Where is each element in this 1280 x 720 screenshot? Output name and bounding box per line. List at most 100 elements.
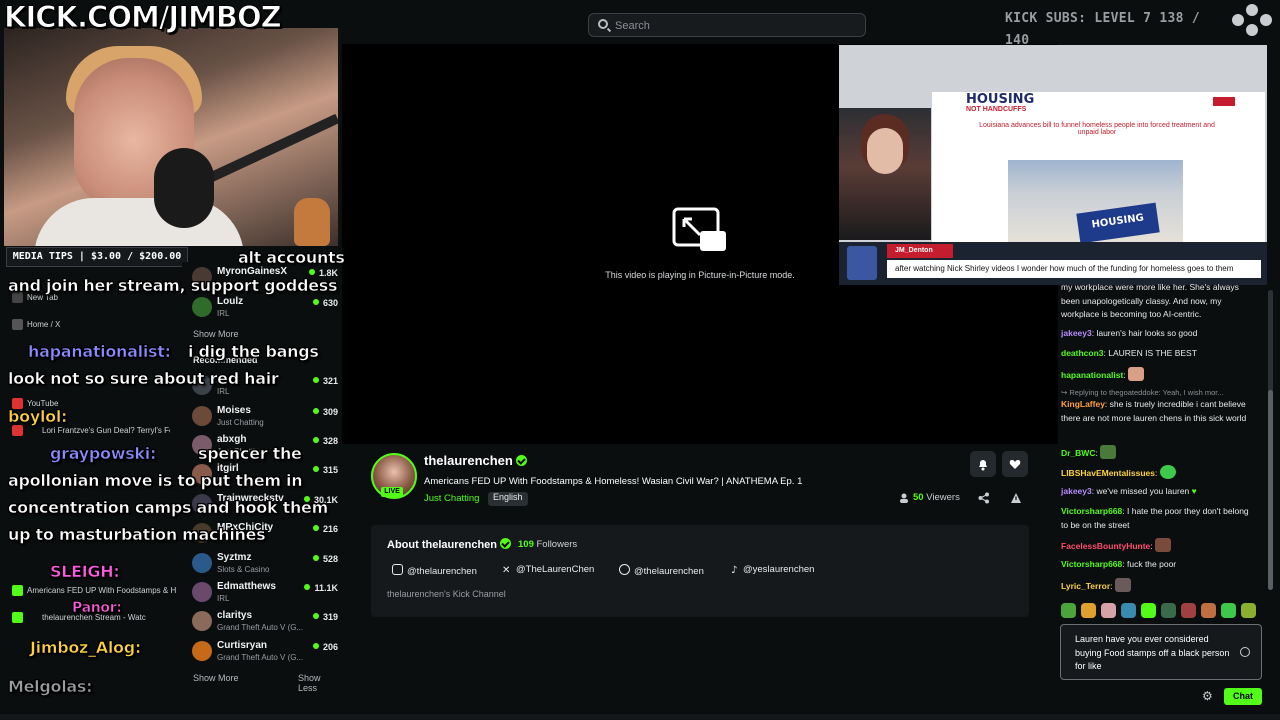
emote-icon[interactable] [1241, 603, 1256, 618]
chat-username[interactable]: KingLaffey [1061, 399, 1105, 409]
search-icon [598, 19, 608, 29]
chat-message-text: fuck the poor [1127, 559, 1177, 569]
chat-username[interactable]: deathcon3 [1061, 348, 1104, 358]
send-chat-button[interactable]: Chat [1224, 688, 1262, 705]
pip-chat-highlight: JM_Denton after watching Nick Shirley vi… [839, 242, 1267, 285]
social-tiktok[interactable]: ♪ @yeslaurenchen [731, 564, 814, 576]
bottom-edge [0, 714, 1280, 720]
viewer-count: 50 Viewers [913, 492, 960, 503]
chat-username[interactable]: FacelessBountyHunte [1061, 541, 1150, 551]
emote-icon [1155, 538, 1172, 552]
overlay-brand: KICK.COM/JIMBOZ [4, 0, 283, 35]
emote-icon [1159, 465, 1176, 479]
pip-sign-text: HOUSING [1076, 202, 1160, 244]
chat-username[interactable]: Victorsharp668 [1061, 559, 1122, 569]
social-handle[interactable]: @yeslaurenchen [743, 564, 814, 575]
overlay-chat-user: hapanationalist: [28, 342, 172, 362]
verified-icon [500, 538, 512, 549]
notification-button[interactable] [970, 451, 996, 477]
chat-input-text[interactable]: Lauren have you ever considered buying F… [1075, 633, 1235, 674]
chat-message: Victorsharp668: I hate the poor they don… [1061, 506, 1249, 530]
sidebar-channel[interactable]: Syztmz Slots & Casino 528 [182, 550, 340, 579]
overlay-chat-line: up to masturbation machines [8, 525, 266, 545]
viewers-icon [900, 493, 908, 503]
reply-text: Replying to thegoateddoke: Yeah, I wish … [1069, 388, 1224, 397]
social-facebook[interactable]: @thelaurenchen [619, 564, 704, 577]
emote-icon [1114, 578, 1131, 592]
sidebar-channel[interactable]: Curtisryan Grand Theft Auto V (G... 206 [182, 638, 340, 667]
chat-username[interactable]: jakeey3 [1061, 486, 1092, 496]
emote-icon[interactable] [1121, 603, 1136, 618]
chat-username[interactable]: LIBSHavEMentalissues [1061, 468, 1155, 478]
channel-description: thelaurenchen's Kick Channel [387, 589, 506, 599]
gear-icon[interactable]: ⚙ [1202, 690, 1214, 702]
search-bar[interactable] [588, 13, 866, 38]
chat-message: jakeey3: lauren's hair looks so good [1061, 328, 1198, 338]
followers-count: 109 Followers [518, 539, 577, 550]
social-handle[interactable]: @thelaurenchen [634, 566, 704, 577]
chat-username[interactable]: Lyric_Terror [1061, 581, 1110, 591]
pip-message: This video is playing in Picture-in-Pict… [605, 270, 795, 280]
pip-headline: Louisiana advances bill to funnel homele… [979, 122, 1215, 136]
chat-username[interactable]: jakeey3 [1061, 328, 1092, 338]
channel-name-text[interactable]: thelaurenchen [424, 453, 513, 468]
chat-username[interactable]: Dr_BWC [1061, 448, 1095, 458]
emoji-icon[interactable] [1240, 647, 1250, 657]
emote-icon[interactable] [1061, 603, 1076, 618]
pip-article-image: HOUSING [1008, 160, 1183, 244]
overlay-chat-line: alt accounts [238, 248, 346, 268]
search-input[interactable] [613, 14, 857, 38]
social-handle[interactable]: @TheLaurenChen [516, 564, 594, 575]
emote-icon[interactable] [1161, 603, 1176, 618]
pip-site-title: HOUSING [966, 92, 1035, 107]
sidebar-channel[interactable]: Edmatthews IRL 11.1K [182, 579, 340, 608]
overlay-chat-user: graypowski: [50, 444, 157, 464]
overlay-chat-user: Jimboz_Alog: [30, 638, 142, 658]
category-link[interactable]: Just Chatting [424, 493, 479, 504]
show-less-button[interactable]: Show Less [298, 673, 342, 693]
chat-username[interactable]: hapanationalist [1061, 370, 1123, 380]
social-handle[interactable]: @thelaurenchen [407, 566, 477, 577]
show-more-button[interactable]: Show More [193, 329, 239, 339]
social-x[interactable]: ✕ @TheLaurenChen [502, 564, 594, 576]
social-instagram[interactable]: @thelaurenchen [392, 564, 477, 577]
overlay-chat-line: and join her stream, support goddess [8, 276, 338, 296]
emote-icon[interactable] [1181, 603, 1196, 618]
chat-message: LIBSHavEMentalissues: [1061, 465, 1257, 481]
overlay-media-tips: MEDIA TIPS | $3.00 / $200.00 [6, 247, 188, 267]
kick-logo-icon [1232, 4, 1272, 36]
overlay-chat-user: Melgolas: [8, 677, 93, 697]
overlay-chat-line: spencer the [198, 444, 303, 464]
instagram-icon [392, 564, 403, 575]
live-badge: LIVE [381, 487, 403, 497]
viewer-count-label: Viewers [926, 492, 960, 503]
overlay-chat-user: SLEIGH: [50, 562, 120, 582]
share-icon[interactable] [978, 492, 990, 504]
sidebar-channel[interactable]: Loulz IRL 630 [182, 294, 340, 323]
chat-username[interactable]: Victorsharp668 [1061, 506, 1122, 516]
browser-tab[interactable]: Americans FED UP With Foodstamps & H [27, 586, 177, 595]
viewer-count-number: 50 [913, 492, 924, 503]
chat-message: Dr_BWC: [1061, 445, 1257, 461]
emote-icon[interactable] [1101, 603, 1116, 618]
sidebar-channel[interactable]: Moises Just Chatting 309 [182, 403, 340, 432]
show-more-button[interactable]: Show More [193, 673, 239, 683]
emote-icon[interactable] [1221, 603, 1236, 618]
browser-tab[interactable]: Lori Frantzve's Gun Deal? Terryl's Fo [42, 426, 170, 435]
chat-scrollbar-thumb[interactable] [1268, 390, 1273, 590]
overlay-chat-line: apollonian move is to put them in [8, 471, 303, 491]
follow-button[interactable] [1002, 451, 1028, 477]
overlay-chat-line: concentration camps and hook them [8, 498, 329, 518]
pip-nav-button [1213, 97, 1235, 106]
browser-tab[interactable]: Home / X [27, 320, 60, 329]
chat-message: KingLaffey: she is truely incredible i c… [1061, 399, 1247, 423]
language-tag[interactable]: English [488, 492, 528, 506]
sidebar-channel[interactable]: claritys Grand Theft Auto V (G... 319 [182, 608, 340, 637]
emote-icon [1100, 445, 1117, 459]
emote-icon[interactable] [1141, 603, 1156, 618]
overlay-chat-line: look not so sure about red hair [8, 369, 279, 389]
channel-name[interactable]: thelaurenchen [424, 453, 528, 468]
emote-icon[interactable] [1081, 603, 1096, 618]
emote-icon[interactable] [1201, 603, 1216, 618]
report-icon[interactable] [1010, 492, 1022, 504]
